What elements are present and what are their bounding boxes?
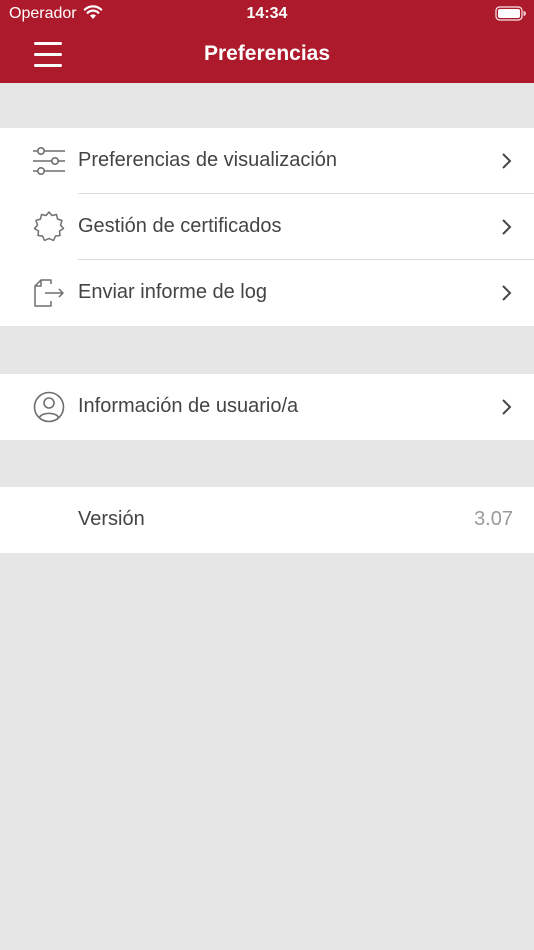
status-time: 14:34 bbox=[246, 5, 288, 22]
chevron-right-icon bbox=[502, 219, 512, 235]
version-row: Versión 3.07 bbox=[0, 487, 534, 553]
export-file-icon bbox=[34, 279, 64, 307]
chevron-right-icon bbox=[502, 399, 512, 415]
list-item-label: Enviar informe de log bbox=[78, 281, 267, 303]
user-circle-icon bbox=[33, 391, 65, 423]
app-header: Operador 14:34 Preferencias bbox=[0, 0, 534, 83]
list-item-label: Información de usuario/a bbox=[78, 395, 299, 417]
list-item-display-preferences[interactable]: Preferencias de visualización bbox=[0, 128, 534, 194]
version-group: Versión 3.07 bbox=[0, 487, 534, 553]
page-title: Preferencias bbox=[203, 42, 331, 65]
preferences-group: Preferencias de visualización Gestión de… bbox=[0, 128, 534, 326]
version-label: Versión bbox=[78, 508, 145, 530]
status-bar: Operador 14:34 bbox=[0, 0, 534, 28]
sliders-icon bbox=[33, 146, 65, 175]
list-item-user-information[interactable]: Información de usuario/a bbox=[0, 374, 534, 440]
list-item-label: Gestión de certificados bbox=[78, 215, 282, 237]
list-item-send-log-report[interactable]: Enviar informe de log bbox=[0, 260, 534, 326]
list-item-label: Preferencias de visualización bbox=[78, 149, 338, 171]
chevron-right-icon bbox=[502, 285, 512, 301]
chevron-right-icon bbox=[502, 153, 512, 169]
user-group: Información de usuario/a bbox=[0, 374, 534, 440]
version-value: 3.07 bbox=[474, 508, 513, 530]
list-item-certificate-management[interactable]: Gestión de certificados bbox=[0, 194, 534, 260]
certificate-badge-icon bbox=[33, 211, 65, 242]
battery-icon bbox=[495, 6, 526, 21]
